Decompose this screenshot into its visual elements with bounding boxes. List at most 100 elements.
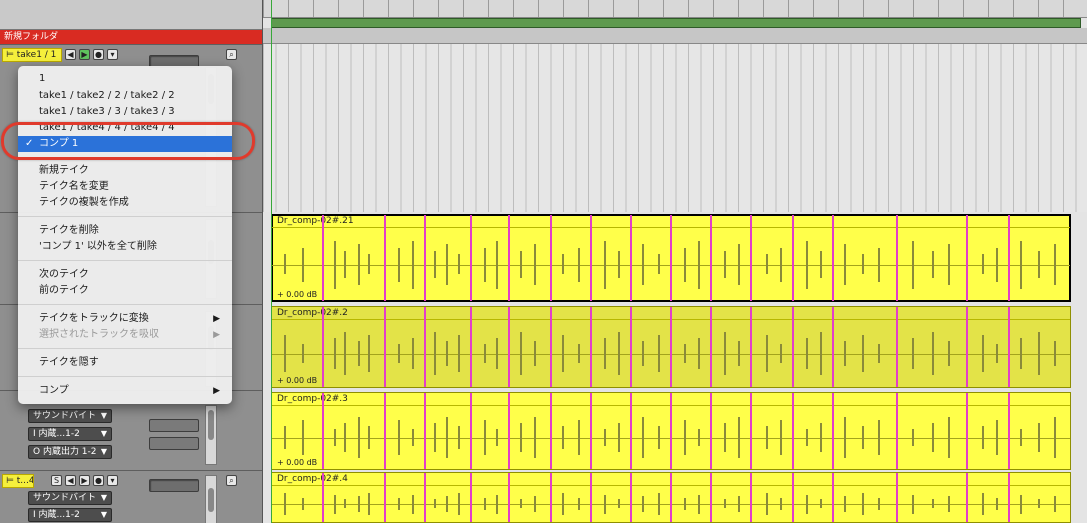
comp-section-marker[interactable] (322, 307, 324, 387)
menu-item-delete-others[interactable]: 'コンプ 1' 以外を全て削除 (18, 239, 232, 255)
menu-item-next-take[interactable]: 次のテイク (18, 267, 232, 283)
zoom-icon[interactable]: ⌕ (226, 49, 237, 60)
record-icon[interactable]: ● (93, 475, 104, 486)
comp-section-marker[interactable] (630, 393, 632, 469)
comp-section-marker[interactable] (508, 307, 510, 387)
comp-section-marker[interactable] (590, 393, 592, 469)
comp-section-marker[interactable] (832, 215, 834, 301)
menu-item-new-take[interactable]: 新規テイク (18, 163, 232, 179)
comp-section-marker[interactable] (896, 215, 898, 301)
comp-section-marker[interactable] (750, 393, 752, 469)
arrange-area[interactable]: Dr_comp-02#.21 + 0.00 dB Dr_comp-02#.2 +… (262, 0, 1087, 523)
bar-ruler[interactable] (263, 0, 1087, 18)
menu-item-comp[interactable]: コンプ ▶ (18, 383, 232, 399)
comp-section-marker[interactable] (424, 215, 426, 301)
menu-item-delete-take[interactable]: テイクを削除 (18, 223, 232, 239)
cycle-strip[interactable] (263, 28, 1087, 44)
menu-item-prev-take[interactable]: 前のテイク (18, 283, 232, 299)
comp-section-marker[interactable] (550, 473, 552, 522)
comp-section-marker[interactable] (750, 473, 752, 522)
comp-section-marker[interactable] (710, 473, 712, 522)
insert-slot[interactable] (149, 419, 199, 432)
comp-section-marker[interactable] (710, 393, 712, 469)
chevron-down-icon[interactable]: ▾ (107, 49, 118, 60)
track-name-field[interactable] (149, 479, 199, 492)
comp-section-marker[interactable] (750, 215, 752, 301)
comp-section-marker[interactable] (550, 307, 552, 387)
comp-section-marker[interactable] (966, 307, 968, 387)
comp-section-marker[interactable] (424, 307, 426, 387)
comp-section-marker[interactable] (630, 215, 632, 301)
take-label[interactable]: ⊨ take1 / 1 (2, 48, 62, 62)
comp-section-marker[interactable] (630, 307, 632, 387)
comp-section-marker[interactable] (508, 215, 510, 301)
comp-section-marker[interactable] (630, 473, 632, 522)
solo-icon[interactable]: S (51, 475, 62, 486)
comp-section-marker[interactable] (792, 393, 794, 469)
folder-track-label[interactable]: 新規フォルダ (0, 30, 262, 44)
comp-section-marker[interactable] (792, 473, 794, 522)
comp-section-marker[interactable] (832, 473, 834, 522)
comp-section-marker[interactable] (470, 307, 472, 387)
sound-device-dropdown[interactable]: サウンドバイト ▼ (28, 491, 112, 505)
play-icon[interactable]: ▶ (79, 475, 90, 486)
audio-region[interactable]: Dr_comp-02#.3 + 0.00 dB (271, 392, 1071, 470)
empty-track-lane[interactable] (263, 44, 1087, 212)
take-label[interactable]: ⊨ t...4 (2, 474, 34, 488)
comp-section-marker[interactable] (670, 215, 672, 301)
menu-item-convert-to-tracks[interactable]: テイクをトラックに変換 ▶ (18, 311, 232, 327)
comp-section-marker[interactable] (424, 473, 426, 522)
comp-section-marker[interactable] (670, 473, 672, 522)
input-dropdown[interactable]: I 内蔵...1-2 ▼ (28, 508, 112, 522)
track-scrollbar[interactable] (205, 475, 217, 523)
input-dropdown[interactable]: I 内蔵...1-2 ▼ (28, 427, 112, 441)
comp-section-marker[interactable] (550, 393, 552, 469)
comp-section-marker[interactable] (470, 473, 472, 522)
zoom-icon[interactable]: ⌕ (226, 475, 237, 486)
comp-section-marker[interactable] (966, 215, 968, 301)
comp-section-marker[interactable] (508, 473, 510, 522)
menu-item-hide-take[interactable]: テイクを隠す (18, 355, 232, 371)
comp-section-marker[interactable] (832, 307, 834, 387)
comp-section-marker[interactable] (1008, 307, 1010, 387)
sound-device-dropdown[interactable]: サウンドバイト ▼ (28, 409, 112, 423)
prev-take-button[interactable]: ◀ (65, 475, 76, 486)
menu-item-take-3[interactable]: take1 / take3 / 3 / take3 / 3 (18, 104, 232, 120)
track-scrollbar[interactable] (205, 405, 217, 465)
menu-item-take-2[interactable]: take1 / take2 / 2 / take2 / 2 (18, 88, 232, 104)
comp-section-marker[interactable] (1008, 473, 1010, 522)
comp-section-marker[interactable] (424, 393, 426, 469)
comp-section-marker[interactable] (792, 307, 794, 387)
comp-section-marker[interactable] (670, 307, 672, 387)
comp-section-marker[interactable] (322, 473, 324, 522)
track-header-5[interactable]: ⊨ t...4 S ◀ ▶ ● ▾ ⌕ サウンドバイト ▼ I 内蔵...1-2 ▼ (0, 470, 262, 523)
comp-section-marker[interactable] (322, 215, 324, 301)
comp-section-marker[interactable] (384, 473, 386, 522)
comp-section-marker[interactable] (710, 307, 712, 387)
comp-section-marker[interactable] (470, 215, 472, 301)
comp-section-marker[interactable] (710, 215, 712, 301)
menu-item-rename-take[interactable]: テイク名を変更 (18, 179, 232, 195)
output-dropdown[interactable]: O 内蔵出力 1-2 ▼ (28, 445, 112, 459)
comp-section-marker[interactable] (590, 307, 592, 387)
comp-section-marker[interactable] (384, 215, 386, 301)
comp-section-marker[interactable] (966, 393, 968, 469)
comp-section-marker[interactable] (896, 307, 898, 387)
play-icon[interactable]: ▶ (79, 49, 90, 60)
audio-region[interactable]: Dr_comp-02#.2 + 0.00 dB (271, 306, 1071, 388)
prev-take-button[interactable]: ◀ (65, 49, 76, 60)
comp-section-marker[interactable] (384, 307, 386, 387)
menu-item-take-1[interactable]: 1 (18, 71, 232, 87)
chevron-down-icon[interactable]: ▾ (107, 475, 118, 486)
comp-section-marker[interactable] (832, 393, 834, 469)
comp-section-marker[interactable] (384, 393, 386, 469)
playhead[interactable] (271, 0, 272, 523)
comp-section-marker[interactable] (750, 307, 752, 387)
comp-section-marker[interactable] (896, 473, 898, 522)
comp-section-marker[interactable] (590, 215, 592, 301)
insert-slot[interactable] (149, 437, 199, 450)
comp-section-marker[interactable] (670, 393, 672, 469)
comp-section-marker[interactable] (1008, 393, 1010, 469)
comp-section-marker[interactable] (590, 473, 592, 522)
folder-region-bar[interactable] (271, 18, 1081, 28)
